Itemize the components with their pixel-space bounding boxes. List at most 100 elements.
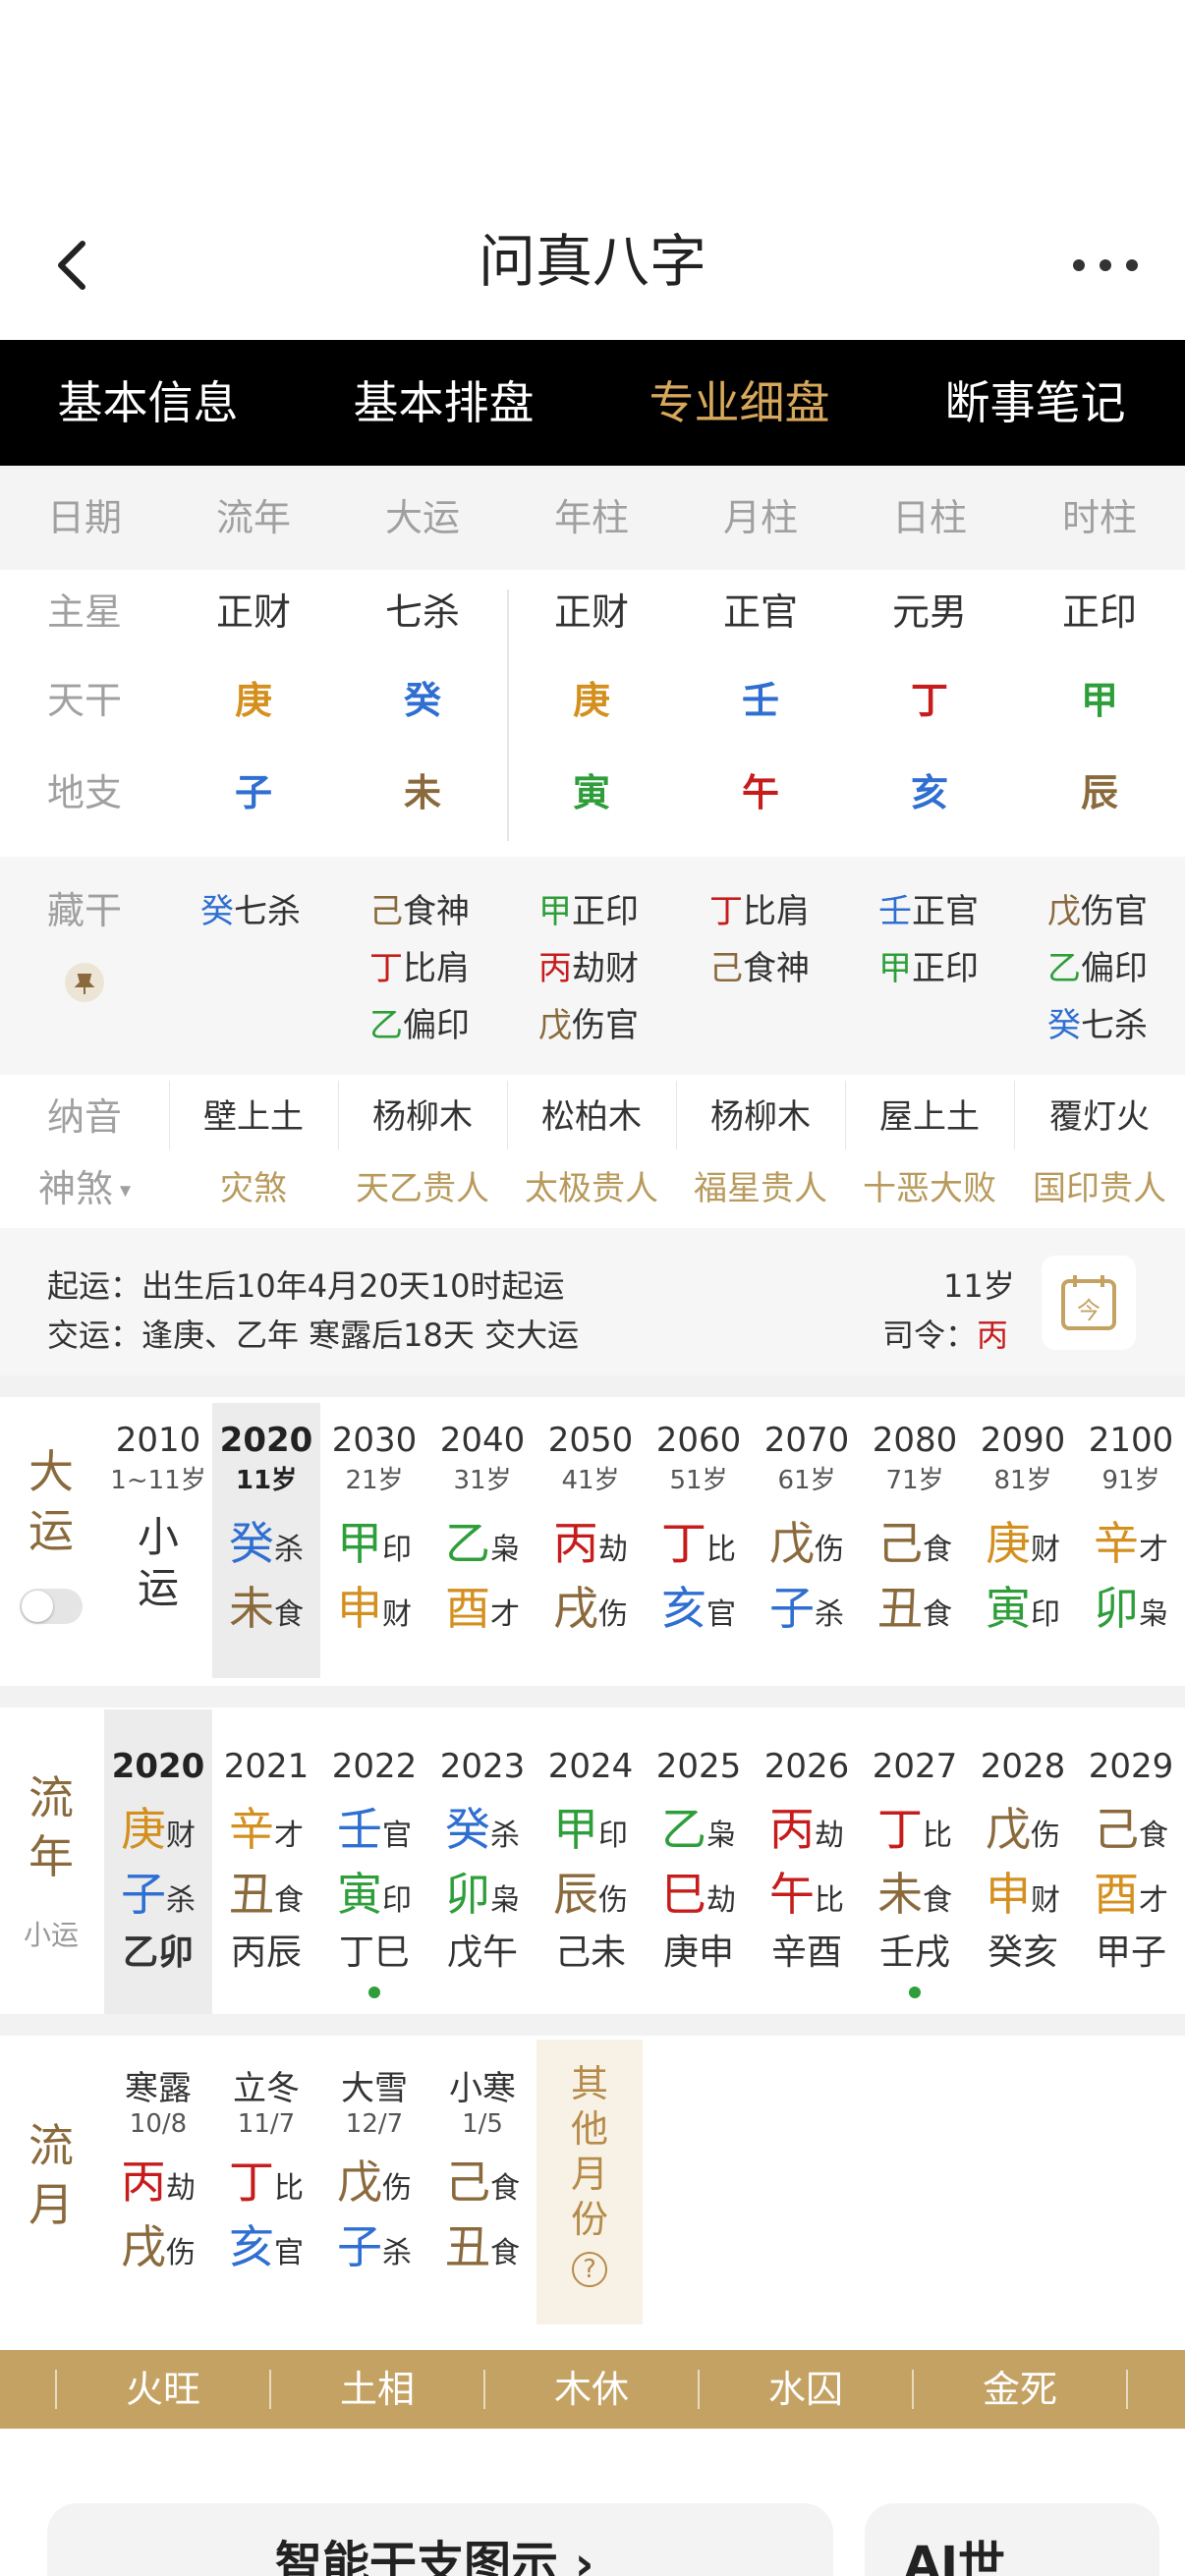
dayun-col-2040[interactable]: 2040 31岁 乙枭 酉才 bbox=[428, 1421, 536, 1638]
shensha-month[interactable]: 福星贵人 bbox=[676, 1151, 845, 1226]
main-star-day: 元男 bbox=[891, 590, 967, 634]
shensha-dayun[interactable]: 天乙贵人 bbox=[338, 1151, 507, 1226]
liunian-col-2024[interactable]: 2024 甲印 辰伤 己未 bbox=[536, 1747, 645, 1975]
canggan-liunian-0: 癸七杀 bbox=[200, 892, 301, 931]
divider bbox=[507, 1081, 508, 1149]
liuyue-col-lidong[interactable]: 立冬 11/7 丁比 亥官 bbox=[212, 2061, 320, 2276]
divider bbox=[676, 1081, 677, 1149]
dayun-col-2020[interactable]: 2020 11岁 癸杀 未食 bbox=[212, 1421, 320, 1638]
element-fire: 火旺 bbox=[125, 2368, 200, 2411]
liuyue-col-daxue[interactable]: 大雪 12/7 戊伤 子杀 bbox=[320, 2061, 428, 2276]
liuyue-col-xiaohan[interactable]: 小寒 1/5 己食 丑食 bbox=[428, 2061, 536, 2276]
dizhi-dayun: 未 bbox=[403, 771, 441, 814]
nayin-year: 松柏木 bbox=[541, 1097, 642, 1137]
divider bbox=[912, 2370, 914, 2409]
qiyun-age: 11岁 bbox=[943, 1267, 1015, 1305]
canggan-dayun-0: 己食神 bbox=[369, 892, 470, 931]
dayun-col-2070[interactable]: 2070 61岁 戊伤 子杀 bbox=[753, 1421, 861, 1638]
divider bbox=[1014, 1081, 1015, 1149]
xiaoyun-sublabel: 小运 bbox=[23, 1919, 79, 1951]
question-icon: ? bbox=[572, 2252, 607, 2287]
liunian-col-2020[interactable]: 2020 庚财 子杀 乙卯 bbox=[104, 1747, 212, 1975]
dayun-col-2050[interactable]: 2050 41岁 丙劫 戌伤 bbox=[536, 1421, 645, 1638]
nayin-dayun: 杨柳木 bbox=[372, 1097, 473, 1137]
calendar-today-icon[interactable]: 今 bbox=[1042, 1256, 1136, 1350]
liunian-col-2022[interactable]: 2022 壬官 寅印 丁巳 bbox=[320, 1747, 428, 1975]
tab-bar: 基本信息 基本排盘 专业细盘 断事笔记 bbox=[0, 340, 1185, 466]
nayin-month: 杨柳木 bbox=[710, 1097, 811, 1137]
canggan-dayun-2: 乙偏印 bbox=[369, 1006, 470, 1045]
more-options-icon[interactable] bbox=[1071, 253, 1140, 277]
divider bbox=[1126, 2370, 1128, 2409]
tab-notes[interactable]: 断事笔记 bbox=[887, 340, 1183, 466]
row-label-shensha: 神煞 bbox=[37, 1167, 113, 1210]
tiangan-hour: 甲 bbox=[1080, 679, 1118, 722]
liunian-col-2028[interactable]: 2028 戊伤 申财 癸亥 bbox=[969, 1747, 1077, 1975]
divider bbox=[338, 1081, 339, 1149]
main-star-year: 正财 bbox=[553, 590, 629, 634]
dayun-toggle[interactable] bbox=[20, 1589, 83, 1624]
dayun-col-2060[interactable]: 2060 51岁 丁比 亥官 bbox=[645, 1421, 753, 1638]
liunian-col-2026[interactable]: 2026 丙劫 午比 辛酉 bbox=[753, 1747, 861, 1975]
nayin-liunian: 壁上土 bbox=[203, 1097, 304, 1137]
tab-basic-info[interactable]: 基本信息 bbox=[0, 340, 296, 466]
row-label-nayin: 纳音 bbox=[46, 1095, 122, 1139]
ai-card-title[interactable]: AI世 bbox=[904, 2525, 1005, 2576]
marker-dot bbox=[909, 1987, 921, 1998]
dizhi-liunian: 子 bbox=[234, 771, 272, 814]
element-strength-bar: 火旺 土相 木休 水囚 金死 bbox=[0, 2350, 1185, 2429]
main-star-hour: 正印 bbox=[1061, 590, 1137, 634]
tiangan-liunian: 庚 bbox=[234, 679, 272, 722]
tab-professional-chart[interactable]: 专业细盘 bbox=[592, 340, 887, 466]
canggan-year-0: 甲正印 bbox=[538, 892, 639, 931]
siling: 司令：丙 bbox=[882, 1316, 1009, 1354]
shensha-hour[interactable]: 国印贵人 bbox=[1014, 1151, 1185, 1226]
main-star-dayun: 七杀 bbox=[384, 590, 460, 634]
tab-basic-chart[interactable]: 基本排盘 bbox=[296, 340, 592, 466]
tiangan-month: 壬 bbox=[741, 679, 779, 722]
divider bbox=[698, 2370, 700, 2409]
col-hour-pillar: 时柱 bbox=[1061, 496, 1137, 539]
col-year-pillar: 年柱 bbox=[553, 496, 629, 539]
tiangan-day: 丁 bbox=[910, 679, 948, 722]
tiangan-dayun: 癸 bbox=[403, 679, 441, 722]
col-date: 日期 bbox=[46, 496, 122, 539]
dizhi-hour: 辰 bbox=[1080, 771, 1118, 814]
liunian-col-2021[interactable]: 2021 辛才 丑食 丙辰 bbox=[212, 1747, 320, 1975]
pin-icon[interactable] bbox=[65, 963, 104, 1002]
liuyue-col-hanlu[interactable]: 寒露 10/8 丙劫 戌伤 bbox=[104, 2061, 212, 2276]
liunian-col-2023[interactable]: 2023 癸杀 卯枭 戊午 bbox=[428, 1747, 536, 1975]
tiangan-year: 庚 bbox=[572, 679, 610, 722]
dayun-col-2080[interactable]: 2080 71岁 己食 丑食 bbox=[861, 1421, 969, 1638]
col-month-pillar: 月柱 bbox=[722, 496, 798, 539]
shensha-liunian[interactable]: 灾煞 bbox=[169, 1151, 338, 1226]
main-star-liunian: 正财 bbox=[215, 590, 291, 634]
canggan-hour-2: 癸七杀 bbox=[1047, 1006, 1148, 1045]
liunian-col-2027[interactable]: 2027 丁比 未食 壬戌 bbox=[861, 1747, 969, 1975]
shensha-day[interactable]: 十恶大败 bbox=[845, 1151, 1014, 1226]
dizhi-day: 亥 bbox=[910, 771, 948, 814]
dayun-col-2030[interactable]: 2030 21岁 甲印 申财 bbox=[320, 1421, 428, 1638]
canggan-month-1: 己食神 bbox=[709, 949, 810, 988]
shensha-dropdown[interactable]: 神煞 ▾ bbox=[0, 1151, 169, 1229]
page-title: 问真八字 bbox=[478, 228, 706, 295]
other-months-button[interactable]: 其 他 月 份 ? bbox=[536, 2040, 643, 2324]
ganzhi-diagram-link[interactable]: 智能干支图示 › bbox=[275, 2525, 594, 2576]
canggan-dayun-1: 丁比肩 bbox=[369, 949, 470, 988]
dayun-col-2010[interactable]: 2010 1~11岁 小运 bbox=[104, 1421, 212, 1614]
caret-down-icon: ▾ bbox=[112, 1178, 132, 1204]
canggan-year-1: 丙劫财 bbox=[538, 949, 639, 988]
element-metal: 金死 bbox=[982, 2368, 1057, 2411]
dizhi-year: 寅 bbox=[572, 771, 610, 814]
canggan-month-0: 丁比肩 bbox=[709, 892, 810, 931]
liunian-col-2029[interactable]: 2029 己食 酉才 甲子 bbox=[1077, 1747, 1185, 1975]
row-label-tiangan: 天干 bbox=[46, 679, 122, 722]
liunian-col-2025[interactable]: 2025 乙枭 巳劫 庚申 bbox=[645, 1747, 753, 1975]
column-header-row: 日期 流年 大运 年柱 月柱 日柱 时柱 bbox=[0, 466, 1185, 570]
liunian-label: 流年 bbox=[28, 1771, 74, 1883]
divider bbox=[483, 2370, 485, 2409]
pillar-divider bbox=[507, 589, 509, 841]
dayun-col-2100[interactable]: 2100 91岁 辛才 卯枭 bbox=[1077, 1421, 1185, 1638]
dayun-col-2090[interactable]: 2090 81岁 庚财 寅印 bbox=[969, 1421, 1077, 1638]
shensha-year[interactable]: 太极贵人 bbox=[507, 1151, 676, 1226]
